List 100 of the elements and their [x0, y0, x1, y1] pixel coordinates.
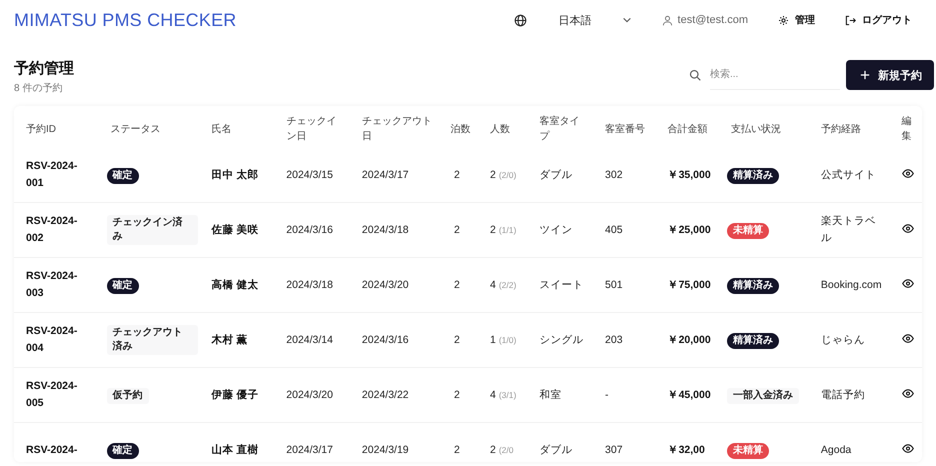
guest-name: 田中 太郎	[212, 168, 259, 180]
guest-breakdown: (1/1)	[498, 224, 516, 234]
booking-channel: 公式サイト	[820, 168, 876, 180]
guest-count: 2	[490, 224, 496, 236]
checkin-date: 2024/3/16	[286, 224, 333, 236]
room-type: ツイン	[539, 224, 572, 236]
status-badge: 確定	[106, 278, 139, 294]
booking-channel: 楽天トラベル	[820, 215, 876, 244]
column-header: 氏名	[212, 124, 232, 134]
payment-badge: 未精算	[727, 222, 770, 238]
column-header: チェックアウト日	[362, 116, 432, 142]
booking-channel: Agoda	[820, 444, 852, 456]
payment-badge: 精算済み	[727, 168, 780, 184]
guest-breakdown: (2/0	[498, 444, 514, 454]
checkin-date: 2024/3/20	[286, 388, 333, 400]
reservation-id: RSV-2024-005	[26, 380, 78, 409]
admin-button[interactable]: 管理	[768, 9, 825, 31]
search-field[interactable]: 検索...	[710, 60, 840, 90]
checkin-date: 2024/3/18	[286, 278, 333, 290]
guest-name: 佐藤 美咲	[212, 224, 259, 236]
app-title: MIMATSU PMS CHECKER	[14, 10, 236, 30]
checkout-date: 2024/3/22	[362, 388, 409, 400]
room-type: スイート	[539, 278, 584, 290]
checkout-date: 2024/3/16	[362, 334, 409, 346]
column-header: 予約経路	[820, 124, 861, 134]
status-badge: 確定	[106, 442, 139, 458]
column-header: 編集	[902, 116, 912, 142]
total-amount: ￥75,000	[668, 278, 711, 290]
view-icon[interactable]	[902, 334, 914, 342]
guest-name: 木村 薫	[212, 334, 248, 346]
language-select[interactable]: 日本語	[550, 8, 640, 32]
room-number: 203	[605, 334, 623, 346]
booking-channel: 電話予約	[820, 388, 865, 400]
guest-count: 2	[490, 444, 496, 456]
guest-breakdown: (1/0)	[498, 334, 516, 344]
status-badge: チェックイン済み	[106, 215, 198, 245]
total-amount: ￥32,00	[668, 444, 705, 456]
globe-icon[interactable]	[514, 14, 527, 26]
view-icon[interactable]	[902, 444, 914, 452]
checkout-date: 2024/3/18	[362, 224, 409, 236]
guest-count: 2	[490, 168, 496, 180]
payment-badge: 一部入金済み	[727, 388, 800, 404]
status-badge: 仮予約	[106, 388, 149, 404]
chevron-down-icon	[622, 15, 632, 25]
guest-breakdown: (2/2)	[498, 280, 516, 290]
view-icon[interactable]	[902, 224, 914, 232]
guest-count: 1	[490, 334, 496, 346]
room-number: 501	[605, 278, 623, 290]
new-reservation-button[interactable]: 新規予約	[846, 60, 934, 90]
total-amount: ￥25,000	[668, 224, 711, 236]
reservation-id: RSV-2024-001	[26, 160, 78, 189]
booking-channel: じゃらん	[820, 334, 865, 346]
status-badge: 確定	[106, 168, 139, 184]
room-type: 和室	[539, 388, 562, 400]
guest-breakdown: (2/0)	[498, 170, 516, 180]
room-type: シングル	[539, 334, 584, 346]
column-header: ステータス	[110, 124, 161, 134]
user-icon	[662, 14, 673, 26]
room-number: 307	[605, 444, 623, 456]
plus-icon	[860, 70, 870, 80]
nights: 2	[454, 334, 460, 346]
page-title: 予約管理	[14, 59, 74, 78]
nights: 2	[454, 224, 460, 236]
total-amount: ￥20,000	[668, 334, 711, 346]
nights: 2	[454, 388, 460, 400]
column-header: 予約ID	[26, 124, 56, 134]
room-type: ダブル	[539, 444, 572, 456]
payment-badge: 精算済み	[727, 332, 780, 348]
guest-name: 山本 直樹	[212, 444, 259, 456]
view-icon[interactable]	[902, 278, 914, 288]
column-header: チェックイン日	[286, 116, 336, 142]
room-number: -	[605, 388, 609, 400]
column-header: 泊数	[450, 124, 471, 134]
nights: 2	[454, 168, 460, 180]
checkout-date: 2024/3/17	[362, 168, 409, 180]
logout-button[interactable]: ログアウト	[835, 9, 922, 31]
total-amount: ￥45,000	[668, 388, 711, 400]
checkout-date: 2024/3/20	[362, 278, 409, 290]
user-email: test@test.com	[678, 14, 748, 26]
booking-channel: Booking.com	[820, 278, 882, 290]
column-header: 客室番号	[605, 124, 646, 134]
logout-icon	[845, 14, 856, 26]
reservation-id: RSV-2024-002	[26, 215, 78, 244]
guest-breakdown: (3/1)	[498, 390, 516, 400]
checkout-date: 2024/3/19	[362, 444, 409, 456]
nights: 2	[454, 278, 460, 290]
guest-count: 4	[490, 388, 496, 400]
view-icon[interactable]	[902, 168, 914, 178]
total-amount: ￥35,000	[668, 168, 711, 180]
column-header: 客室タイプ	[539, 116, 580, 142]
room-type: ダブル	[539, 168, 572, 180]
room-number: 302	[605, 168, 623, 180]
guest-count: 4	[490, 278, 496, 290]
guest-name: 伊藤 優子	[212, 388, 259, 400]
view-icon[interactable]	[902, 388, 914, 398]
payment-badge: 精算済み	[727, 278, 780, 294]
search-icon	[689, 69, 701, 81]
column-header: 人数	[490, 124, 510, 134]
payment-badge: 未精算	[727, 442, 770, 458]
checkin-date: 2024/3/17	[286, 444, 333, 456]
